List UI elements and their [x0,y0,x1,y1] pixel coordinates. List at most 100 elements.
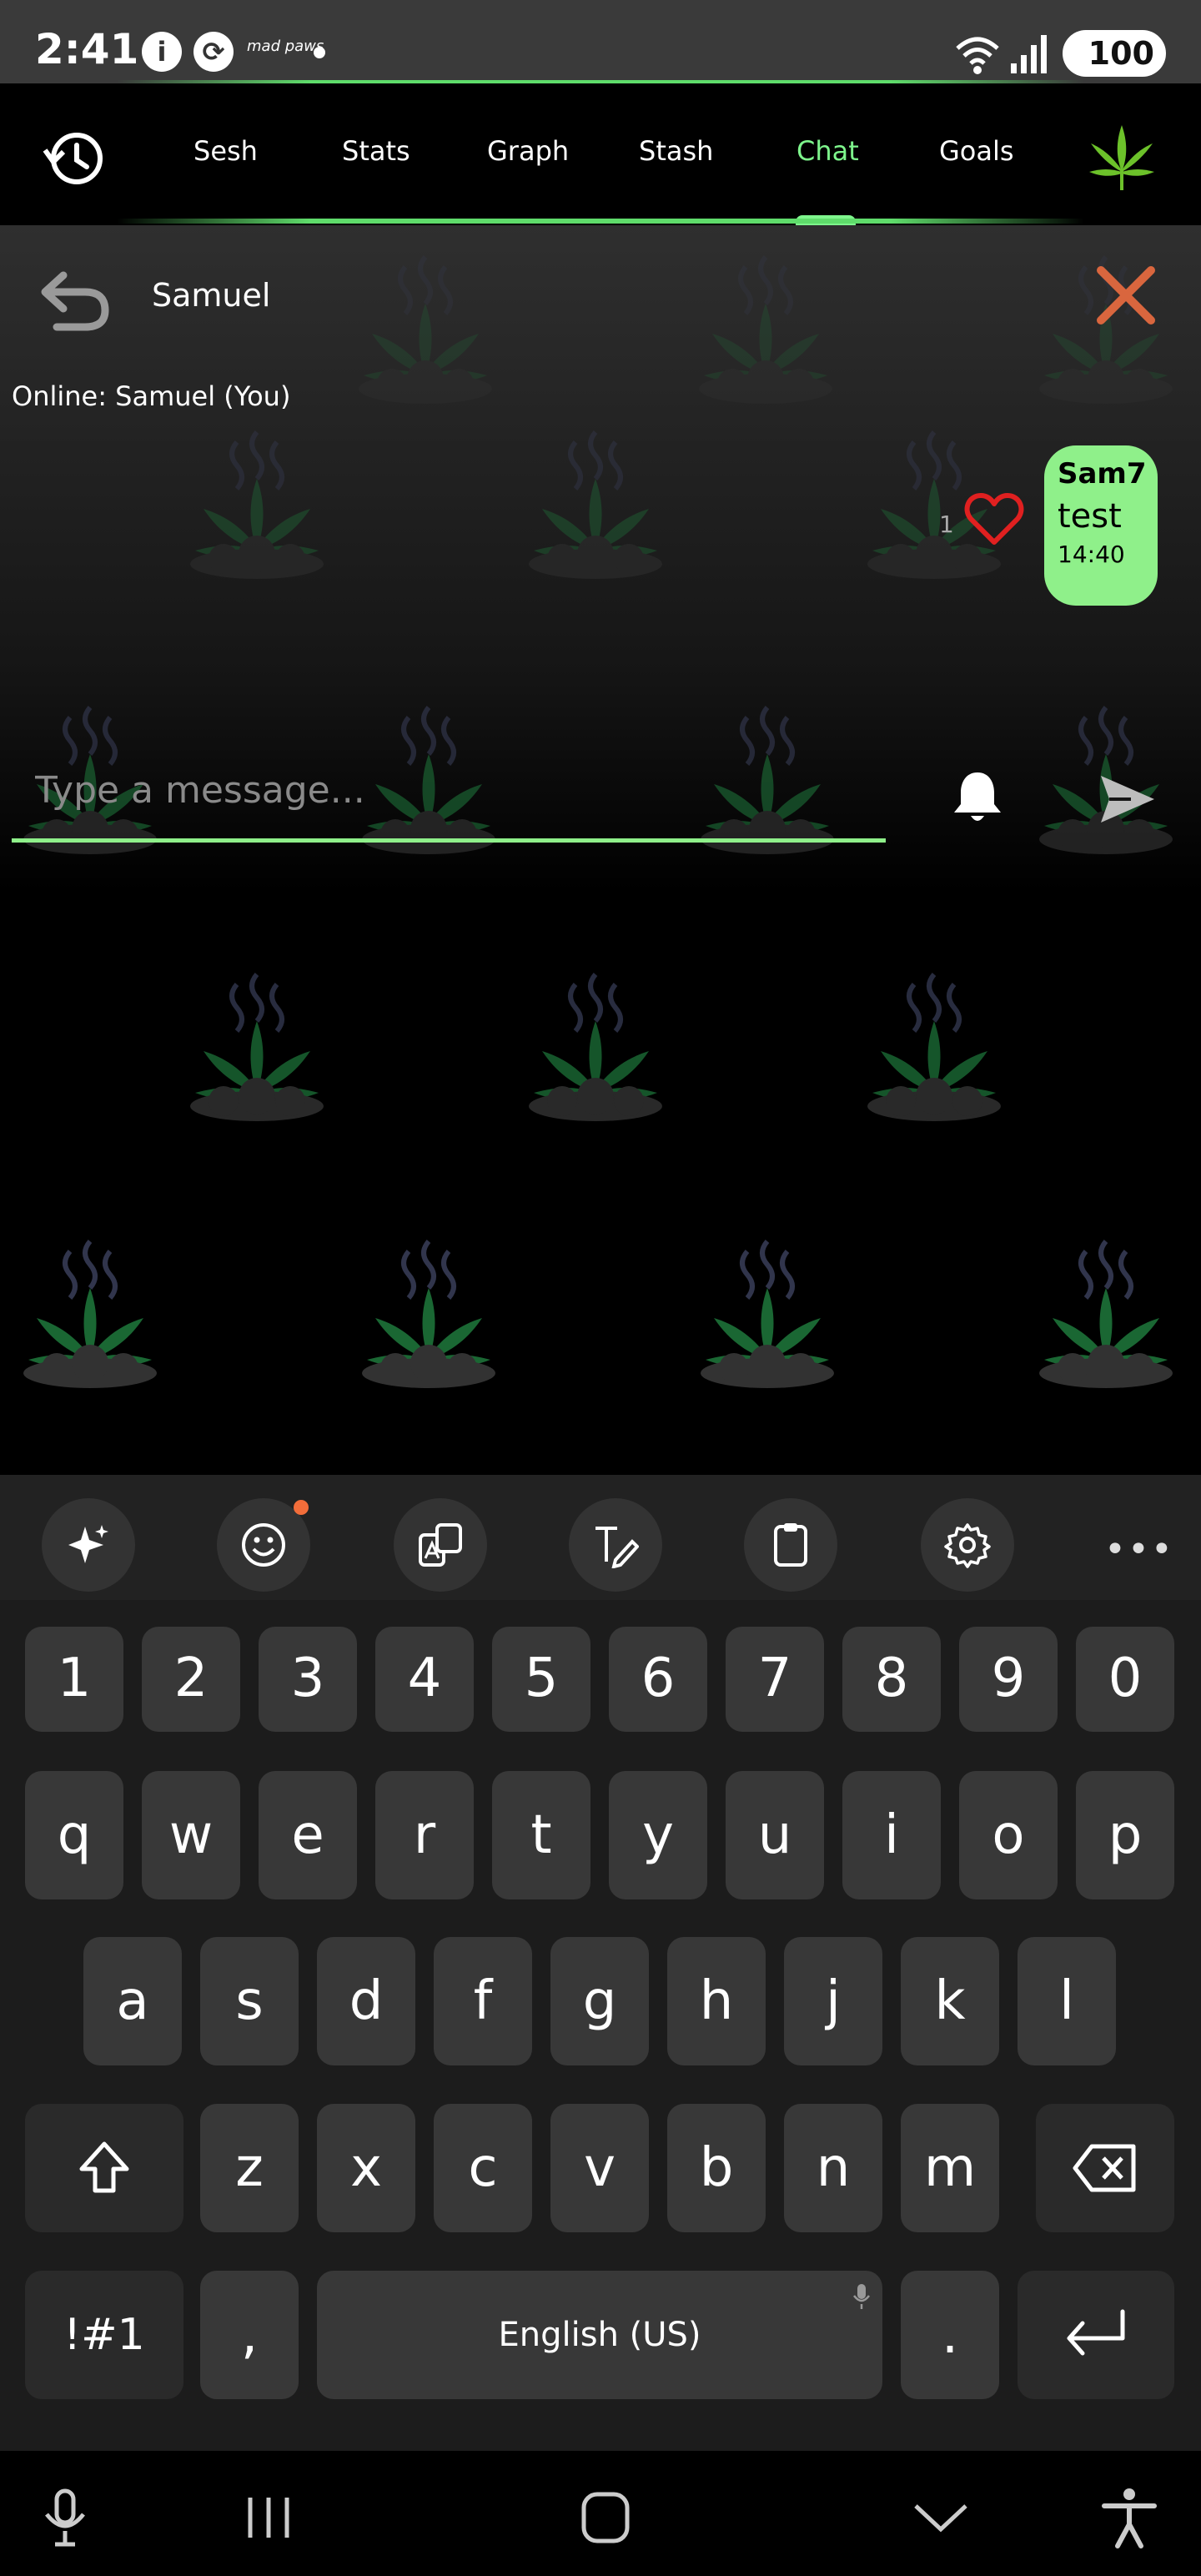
message-bubble[interactable]: Sam7 test 14:40 [1044,445,1158,606]
close-icon[interactable] [1093,262,1159,329]
key-j[interactable]: j [784,1937,882,2065]
like-count: 1 [939,511,954,538]
microphone-icon [853,2284,870,2309]
key-h[interactable]: h [667,1937,766,2065]
sparkle-icon [68,1525,108,1563]
back-icon[interactable] [38,267,112,334]
chat-title: Samuel [152,277,271,314]
key-6[interactable]: 6 [609,1627,707,1732]
key-r[interactable]: r [375,1771,474,1899]
backspace-key[interactable] [1036,2104,1174,2232]
key-b[interactable]: b [667,2104,766,2232]
key-p[interactable]: p [1076,1771,1174,1899]
top-tab-bar: Sesh Stats Graph Stash Chat Goals [0,83,1201,225]
key-o[interactable]: o [959,1771,1058,1899]
message-text: test [1058,497,1122,536]
key-1[interactable]: 1 [25,1627,123,1732]
handwriting-icon [595,1527,639,1568]
history-icon[interactable] [42,125,108,192]
key-f[interactable]: f [434,1937,532,2065]
key-g[interactable]: g [550,1937,649,2065]
key-t[interactable]: t [492,1771,590,1899]
accessibility-icon[interactable] [1096,2484,1163,2551]
cannabis-leaf-decoration [529,973,662,1121]
enter-key[interactable] [1018,2271,1174,2399]
emoji-icon [242,1523,285,1567]
heart-icon[interactable] [964,492,1024,547]
key-7[interactable]: 7 [726,1627,824,1732]
key-y[interactable]: y [609,1771,707,1899]
bell-icon[interactable] [951,767,1004,826]
key-d[interactable]: d [317,1937,415,2065]
key-m[interactable]: m [901,2104,999,2232]
message-time: 14:40 [1058,541,1125,568]
translate-icon [419,1523,462,1567]
key-8[interactable]: 8 [842,1627,941,1732]
clipboard-button[interactable] [744,1498,837,1592]
ai-sparkle-button[interactable] [42,1498,135,1592]
system-navigation-bar [0,2451,1201,2576]
key-u[interactable]: u [726,1771,824,1899]
clipboard-icon [774,1523,807,1567]
key-z[interactable]: z [200,2104,299,2232]
key-c[interactable]: c [434,2104,532,2232]
keyboard-settings-button[interactable] [921,1498,1014,1592]
cannabis-leaf-decoration [529,430,662,579]
status-time: 2:41 [35,25,139,73]
key-9[interactable]: 9 [959,1627,1058,1732]
tab-goals[interactable]: Goals [939,135,1014,167]
key-a[interactable]: a [83,1937,182,2065]
key-s[interactable]: s [200,1937,299,2065]
key-n[interactable]: n [784,2104,882,2232]
key-k[interactable]: k [901,1937,999,2065]
send-icon[interactable] [1098,772,1158,826]
key-w[interactable]: w [142,1771,240,1899]
space-key[interactable]: English (US) [317,2271,882,2399]
cannabis-leaf-decoration [23,1240,157,1388]
cannabis-leaf-decoration [190,430,324,579]
key-q[interactable]: q [25,1771,123,1899]
tab-sesh[interactable]: Sesh [193,135,258,167]
key-l[interactable]: l [1018,1937,1116,2065]
voice-input-icon[interactable] [32,2484,98,2551]
cannabis-leaf-decoration [867,973,1001,1121]
emoji-button[interactable] [217,1498,310,1592]
chat-header: Samuel [0,225,1201,367]
symbols-key[interactable]: !#1 [25,2271,183,2399]
info-icon: i [142,32,182,72]
cannabis-leaf-decoration [1039,1240,1173,1388]
more-icon[interactable]: ••• [1104,1528,1174,1571]
tab-chat[interactable]: Chat [796,135,859,167]
key-3[interactable]: 3 [259,1627,357,1732]
translate-button[interactable] [394,1498,487,1592]
key-e[interactable]: e [259,1771,357,1899]
home-icon[interactable] [572,2484,639,2551]
tab-stats[interactable]: Stats [342,135,410,167]
key-v[interactable]: v [550,2104,649,2232]
message-sender: Sam7 [1058,457,1147,491]
handwriting-button[interactable] [569,1498,662,1592]
message-input[interactable] [12,742,886,843]
hide-keyboard-icon[interactable] [907,2484,974,2551]
key-5[interactable]: 5 [492,1627,590,1732]
period-key[interactable]: . [901,2271,999,2399]
key-2[interactable]: 2 [142,1627,240,1732]
space-key-label: English (US) [498,2316,701,2354]
keyboard: ••• 1 2 3 4 5 6 7 8 9 0 q w e r t y u i … [0,1475,1201,2451]
signal-icon [1011,35,1047,73]
madpaws-icon: mad paws [247,38,324,55]
status-bar: 2:41 i ⟳ mad paws 100 [0,0,1201,85]
key-0[interactable]: 0 [1076,1627,1174,1732]
cannabis-leaf-decoration [190,973,324,1121]
tab-stash[interactable]: Stash [639,135,713,167]
key-i[interactable]: i [842,1771,941,1899]
key-x[interactable]: x [317,2104,415,2232]
key-4[interactable]: 4 [375,1627,474,1732]
glow-divider-lower [117,219,1084,224]
tab-graph[interactable]: Graph [487,135,569,167]
shift-key[interactable] [25,2104,183,2232]
recent-apps-icon[interactable] [235,2484,302,2551]
cannabis-leaf-icon[interactable] [1084,120,1159,195]
comma-key[interactable]: , [200,2271,299,2399]
shift-icon [79,2141,129,2193]
